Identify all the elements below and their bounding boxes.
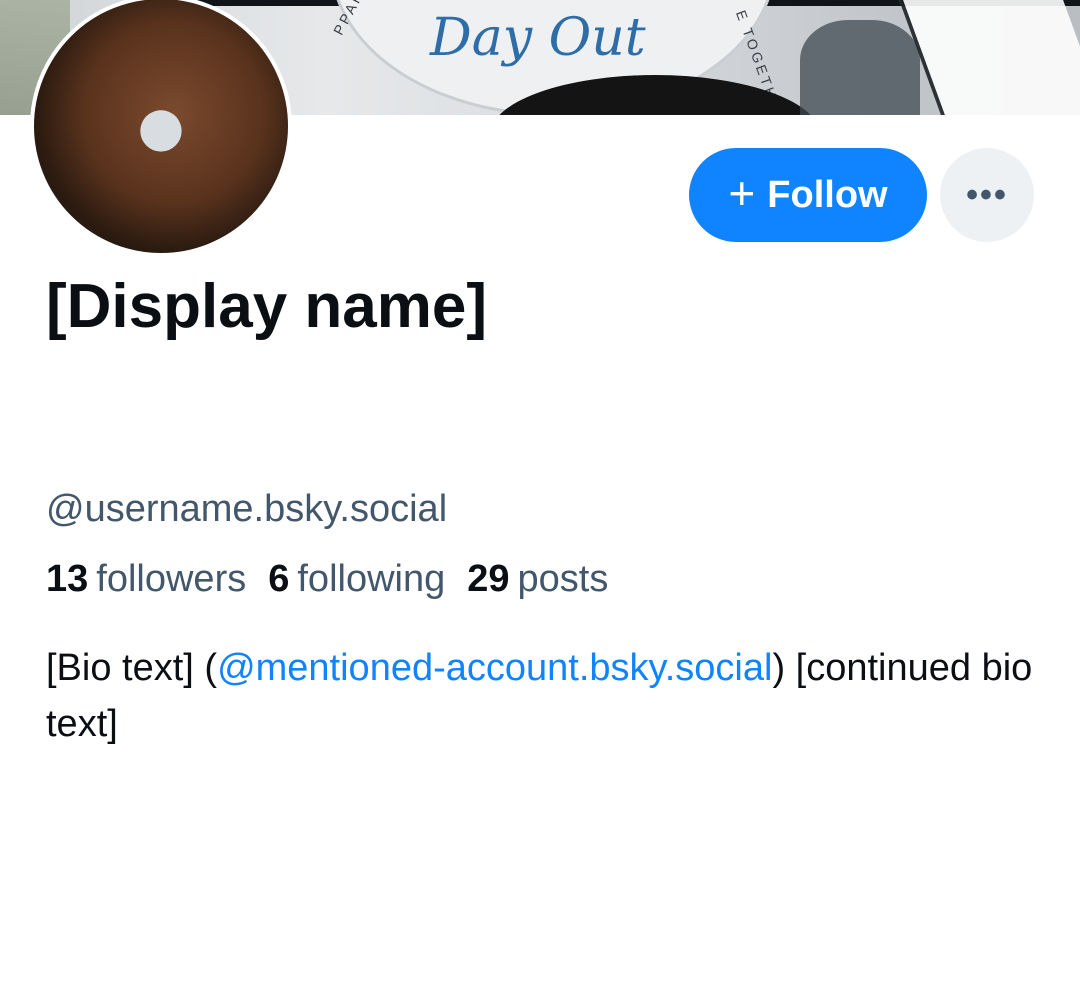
posts-count: 29 [467,558,510,600]
banner-frame [899,0,1080,115]
plus-icon: + [728,167,756,219]
profile-stats: 13 followers 6 following 29 posts [46,558,608,601]
ellipsis-icon: ••• [966,175,1008,214]
bio-text-start: [Bio text] ( [46,647,218,689]
following-label: following [297,558,446,600]
banner-figure [800,20,920,115]
profile-bio: [Bio text] (@mentioned-account.bsky.soci… [46,640,1056,752]
avatar-image: ● [132,72,190,179]
more-options-button[interactable]: ••• [940,148,1034,242]
banner-script-text: Day Out [430,8,646,68]
display-name: [Display name] [46,272,488,341]
posts-label: posts [517,558,609,600]
stat-following[interactable]: 6 following [268,558,445,601]
follow-button-label: Follow [767,173,888,216]
stat-followers[interactable]: 13 followers [46,558,246,601]
bio-mention-link[interactable]: @mentioned-account.bsky.social [217,647,772,689]
followers-label: followers [96,558,247,600]
follow-button[interactable]: + Follow [689,148,927,242]
following-count: 6 [268,558,290,600]
stat-posts: 29 posts [467,558,608,601]
avatar[interactable]: ● [30,0,292,257]
followers-count: 13 [46,558,89,600]
profile-handle: @username.bsky.social [46,488,448,530]
